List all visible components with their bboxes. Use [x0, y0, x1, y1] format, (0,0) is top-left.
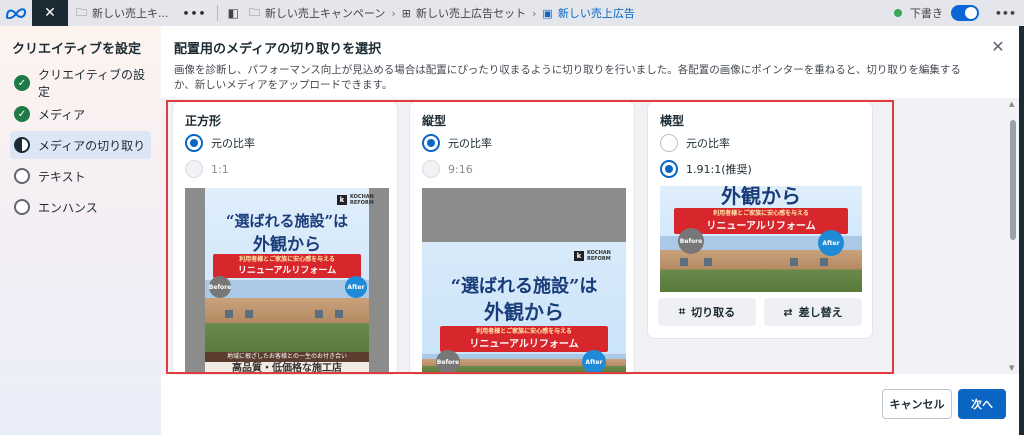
half-circle-icon [14, 137, 30, 153]
empty-circle-icon [14, 199, 30, 215]
more-options-icon[interactable]: ••• [177, 7, 213, 20]
campaign-tab-label: 新しい売上キ... [92, 7, 169, 20]
sidebar-item-label: メディア [38, 107, 86, 122]
draft-label: 下書き [909, 7, 943, 20]
draft-toggle[interactable] [950, 5, 979, 21]
close-icon[interactable]: ✕ [988, 36, 1008, 56]
close-editor-icon[interactable]: ✕ [32, 0, 68, 26]
ad-icon: ▣ [542, 6, 553, 20]
folder-icon: 🗀 [248, 5, 260, 19]
scrollbar-thumb[interactable] [1010, 120, 1016, 240]
sidebar-item-enhance[interactable]: エンハンス [10, 193, 151, 221]
cancel-button[interactable]: キャンセル [882, 389, 952, 419]
sidebar-item-label: エンハンス [38, 200, 98, 215]
sidebar-title: クリエイティブを設定 [12, 42, 141, 57]
next-button[interactable]: 次へ [958, 389, 1006, 419]
breadcrumb-campaign-label: 新しい売上キャンペーン [264, 7, 386, 20]
sidebar-item-text[interactable]: テキスト [10, 162, 151, 190]
chevron-right-icon: › [391, 6, 396, 20]
page-title: 配置用のメディアの切り取りを選択 [174, 42, 382, 57]
sidebar-item-label: テキスト [38, 169, 86, 184]
breadcrumb-ad-label: 新しい売上広告 [557, 7, 635, 20]
breadcrumb-ad[interactable]: ▣ 新しい売上広告 [538, 5, 638, 21]
modal-header: 配置用のメディアの切り取りを選択 画像を診断し、パフォーマンス向上が見込める場合… [174, 38, 974, 93]
empty-circle-icon [14, 168, 30, 184]
sidebar-item-label: クリエイティブの設定 [38, 68, 146, 99]
crop-modal: 配置用のメディアの切り取りを選択 画像を診断し、パフォーマンス向上が見込める場合… [161, 26, 1019, 435]
topbar-right: 下書き ••• [893, 5, 1024, 21]
campaign-tab[interactable]: 🗀 新しい売上キ... [68, 0, 177, 26]
scrollbar[interactable]: ▲ ▼ [1007, 98, 1019, 374]
meta-logo-icon[interactable] [0, 0, 32, 26]
highlight-box [166, 100, 894, 374]
scroll-up-icon[interactable]: ▲ [1009, 100, 1014, 108]
setup-sidebar: クリエイティブを設定 ✓ クリエイティブの設定 ✓ メディア メディアの切り取り… [0, 26, 161, 435]
check-circle-icon: ✓ [14, 106, 30, 122]
sidebar-item-media-crop[interactable]: メディアの切り取り [10, 131, 151, 159]
breadcrumb-adset-label: 新しい売上広告セット [416, 7, 527, 20]
sidebar-toggle-icon[interactable]: ◧ [222, 6, 245, 20]
check-circle-icon: ✓ [14, 75, 30, 91]
chevron-right-icon: › [532, 6, 537, 20]
breadcrumb-adset[interactable]: ⊞ 新しい売上広告セット [398, 5, 530, 21]
scroll-down-icon[interactable]: ▼ [1009, 364, 1014, 372]
breadcrumb-campaign[interactable]: 🗀 新しい売上キャンペーン [245, 4, 389, 23]
sidebar-item-creative-settings[interactable]: ✓ クリエイティブの設定 [10, 68, 151, 99]
top-bar: ✕ 🗀 新しい売上キ... ••• ◧ 🗀 新しい売上キャンペーン › ⊞ 新し… [0, 0, 1024, 26]
page-description: 画像を診断し、パフォーマンス向上が見込める場合は配置にぴったり収まるように切り取… [174, 64, 961, 91]
draft-status-dot [893, 9, 902, 17]
more-options-icon[interactable]: ••• [987, 7, 1016, 20]
divider [216, 5, 218, 21]
sidebar-item-label: メディアの切り取り [38, 138, 146, 153]
folder-icon: 🗀 [76, 5, 87, 19]
sidebar-item-media[interactable]: ✓ メディア [10, 100, 151, 128]
grid-icon: ⊞ [401, 6, 412, 20]
